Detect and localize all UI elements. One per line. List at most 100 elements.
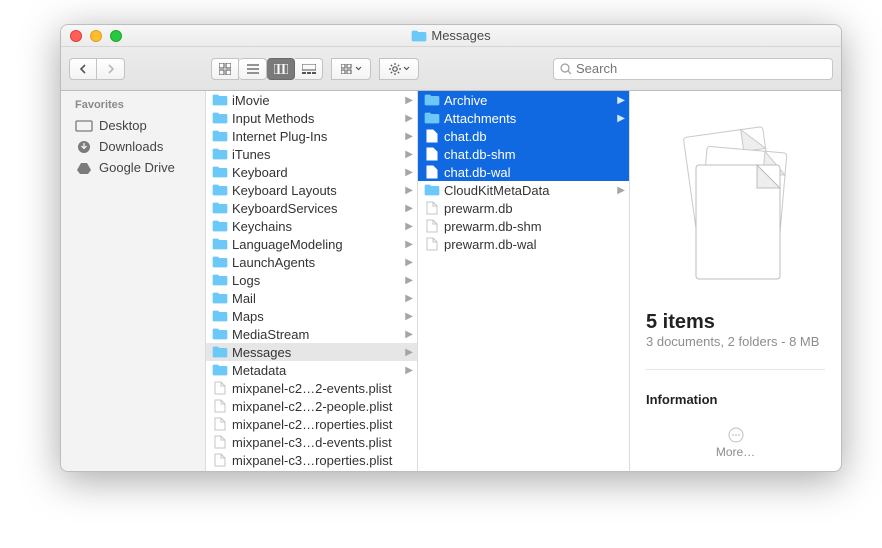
arrange-button[interactable] (331, 58, 371, 80)
sidebar-item-googledrive[interactable]: Google Drive (61, 157, 205, 178)
folder-row[interactable]: Logs▶ (206, 271, 417, 289)
file-row[interactable]: mixpanel-c3…roperties.plist (206, 451, 417, 469)
action-group (379, 58, 419, 80)
item-name: prewarm.db-shm (444, 219, 625, 234)
titlebar[interactable]: Messages (61, 25, 841, 47)
item-name: Archive (444, 93, 613, 108)
item-name: mixpanel-c2…2-events.plist (232, 381, 413, 396)
folder-row[interactable]: Mail▶ (206, 289, 417, 307)
folder-icon (212, 310, 228, 322)
folder-row[interactable]: MediaStream▶ (206, 325, 417, 343)
file-row[interactable]: mixpanel-c2…roperties.plist (206, 415, 417, 433)
view-icon-button[interactable] (211, 58, 239, 80)
chevron-down-icon (355, 66, 362, 71)
item-name: MediaStream (232, 327, 401, 342)
file-row[interactable]: chat.db-wal (418, 163, 629, 181)
folder-row[interactable]: Attachments▶ (418, 109, 629, 127)
folder-row[interactable]: Archive▶ (418, 91, 629, 109)
folder-icon (424, 112, 440, 124)
folder-row[interactable]: Input Methods ▶ (206, 109, 417, 127)
folder-row[interactable]: Keyboard▶ (206, 163, 417, 181)
back-button[interactable] (69, 58, 97, 80)
preview-more[interactable]: More… (646, 427, 825, 459)
preview-summary: 3 documents, 2 folders - 8 MB (646, 334, 825, 349)
file-icon (212, 381, 228, 395)
toolbar (61, 47, 841, 91)
file-icon (424, 219, 440, 233)
preview-info-header: Information (646, 382, 825, 407)
file-row[interactable]: chat.db-shm (418, 145, 629, 163)
folder-row[interactable]: iTunes▶ (206, 145, 417, 163)
chevron-right-icon: ▶ (405, 203, 413, 214)
folder-row[interactable]: Maps▶ (206, 307, 417, 325)
folder-row[interactable]: LaunchAgents▶ (206, 253, 417, 271)
preview-thumbnail (646, 109, 825, 299)
folder-row[interactable]: LanguageModeling▶ (206, 235, 417, 253)
folder-icon (212, 184, 228, 196)
sidebar-item-downloads[interactable]: Downloads (61, 136, 205, 157)
list-icon (247, 64, 259, 74)
folder-icon (212, 364, 228, 376)
desktop-icon (75, 119, 93, 133)
file-row[interactable]: prewarm.db-shm (418, 217, 629, 235)
folder-row[interactable]: KeyboardServices▶ (206, 199, 417, 217)
columns-icon (274, 64, 288, 74)
chevron-right-icon: ▶ (617, 185, 625, 196)
view-gallery-button[interactable] (295, 58, 323, 80)
folder-row[interactable]: Messages▶ (206, 343, 417, 361)
item-name: Keyboard Layouts (232, 183, 401, 198)
file-row[interactable]: prewarm.db-wal (418, 235, 629, 253)
window-title: Messages (61, 28, 841, 43)
googledrive-icon (75, 161, 93, 175)
column-1[interactable]: iMovie▶ Input Methods ▶ Internet Plug-Ins▶i… (206, 91, 418, 471)
view-column-button[interactable] (267, 58, 295, 80)
nav-buttons (69, 58, 125, 80)
folder-row[interactable]: Keyboard Layouts▶ (206, 181, 417, 199)
sidebar-item-desktop[interactable]: Desktop (61, 115, 205, 136)
folder-row[interactable]: Keychains▶ (206, 217, 417, 235)
folder-icon (212, 256, 228, 268)
folder-row[interactable]: Internet Plug-Ins▶ (206, 127, 417, 145)
finder-window: Messages (60, 24, 842, 472)
sidebar-item-label: Desktop (99, 118, 147, 133)
item-name: Messages (232, 345, 401, 360)
folder-row[interactable]: CloudKitMetaData▶ (418, 181, 629, 199)
file-row[interactable]: mixpanel-c2…2-people.plist (206, 397, 417, 415)
folder-icon (212, 220, 228, 232)
folder-icon (212, 112, 228, 124)
item-name: LaunchAgents (232, 255, 401, 270)
file-row[interactable]: mixpanel-c3…d-events.plist (206, 433, 417, 451)
item-name: Input Methods (232, 111, 401, 126)
gallery-icon (302, 64, 316, 74)
item-name: chat.db (444, 129, 625, 144)
item-name: Maps (232, 309, 401, 324)
folder-icon (212, 94, 228, 106)
item-name: Mail (232, 291, 401, 306)
folder-icon (411, 30, 427, 42)
view-switcher (211, 58, 323, 80)
chevron-right-icon: ▶ (405, 113, 413, 124)
action-button[interactable] (379, 58, 419, 80)
folder-row[interactable]: iMovie▶ (206, 91, 417, 109)
chevron-right-icon: ▶ (405, 365, 413, 376)
file-row[interactable]: chat.db (418, 127, 629, 145)
folder-icon (212, 274, 228, 286)
search-field[interactable] (553, 58, 833, 80)
search-input[interactable] (576, 61, 826, 76)
document-stack-icon (671, 119, 801, 289)
chevron-right-icon: ▶ (405, 149, 413, 160)
file-row[interactable]: prewarm.db (418, 199, 629, 217)
folder-row[interactable]: Metadata▶ (206, 361, 417, 379)
folder-icon (212, 130, 228, 142)
file-icon (212, 435, 228, 449)
forward-button[interactable] (97, 58, 125, 80)
sidebar: Favorites Desktop Downloads Google Drive (61, 91, 206, 471)
view-list-button[interactable] (239, 58, 267, 80)
arrange-group (331, 58, 371, 80)
folder-icon (212, 148, 228, 160)
file-icon (424, 237, 440, 251)
column-2[interactable]: Archive▶Attachments▶chat.dbchat.db-shmch… (418, 91, 630, 471)
folder-icon (212, 328, 228, 340)
file-row[interactable]: mixpanel-c2…2-events.plist (206, 379, 417, 397)
file-icon (424, 129, 440, 143)
